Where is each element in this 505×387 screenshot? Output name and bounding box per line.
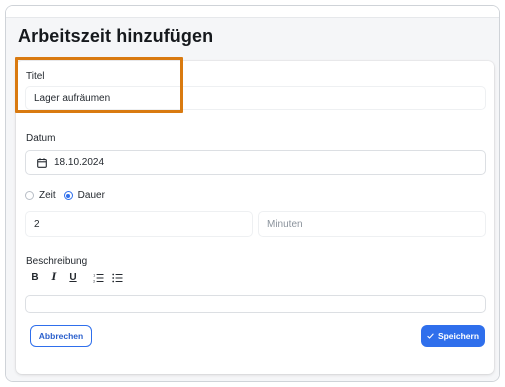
italic-button[interactable]: I — [49, 272, 59, 283]
bullet-list-icon[interactable] — [112, 273, 123, 283]
page-title: Arbeitszeit hinzufügen — [18, 26, 214, 46]
cancel-button[interactable]: Abbrechen — [30, 325, 92, 347]
mode-radio-group: Zeit Dauer — [25, 190, 113, 201]
duration-minutes-input[interactable]: Minuten — [258, 211, 486, 237]
svg-text:1: 1 — [93, 273, 95, 277]
bold-button[interactable]: B — [30, 272, 40, 283]
editor-toolbar: B I U 1 2 — [30, 272, 131, 283]
duration-minutes-placeholder: Minuten — [267, 218, 303, 230]
date-input[interactable]: 18.10.2024 — [25, 150, 486, 175]
svg-text:2: 2 — [93, 279, 95, 283]
date-label: Datum — [26, 133, 56, 144]
underline-button[interactable]: U — [68, 272, 78, 283]
radio-zeit-label[interactable]: Zeit — [39, 190, 56, 201]
description-editor[interactable] — [25, 295, 486, 313]
date-input-value: 18.10.2024 — [54, 157, 105, 168]
check-icon — [427, 331, 434, 341]
save-button-label: Speichern — [437, 331, 480, 341]
radio-zeit[interactable] — [25, 191, 34, 200]
description-label: Beschreibung — [26, 256, 88, 267]
title-field-highlight — [15, 57, 183, 113]
top-bar — [6, 6, 499, 18]
ordered-list-icon[interactable]: 1 2 — [93, 273, 104, 283]
duration-hours-input[interactable]: 2 — [25, 211, 253, 237]
radio-dauer-label[interactable]: Dauer — [78, 190, 105, 201]
app-frame: Arbeitszeit hinzufügen Titel Lager aufrä… — [5, 5, 500, 382]
save-button[interactable]: Speichern — [421, 325, 485, 347]
radio-dauer[interactable] — [63, 191, 73, 200]
calendar-icon — [37, 157, 47, 168]
cancel-button-label: Abbrechen — [38, 331, 84, 341]
duration-hours-value: 2 — [34, 218, 40, 230]
